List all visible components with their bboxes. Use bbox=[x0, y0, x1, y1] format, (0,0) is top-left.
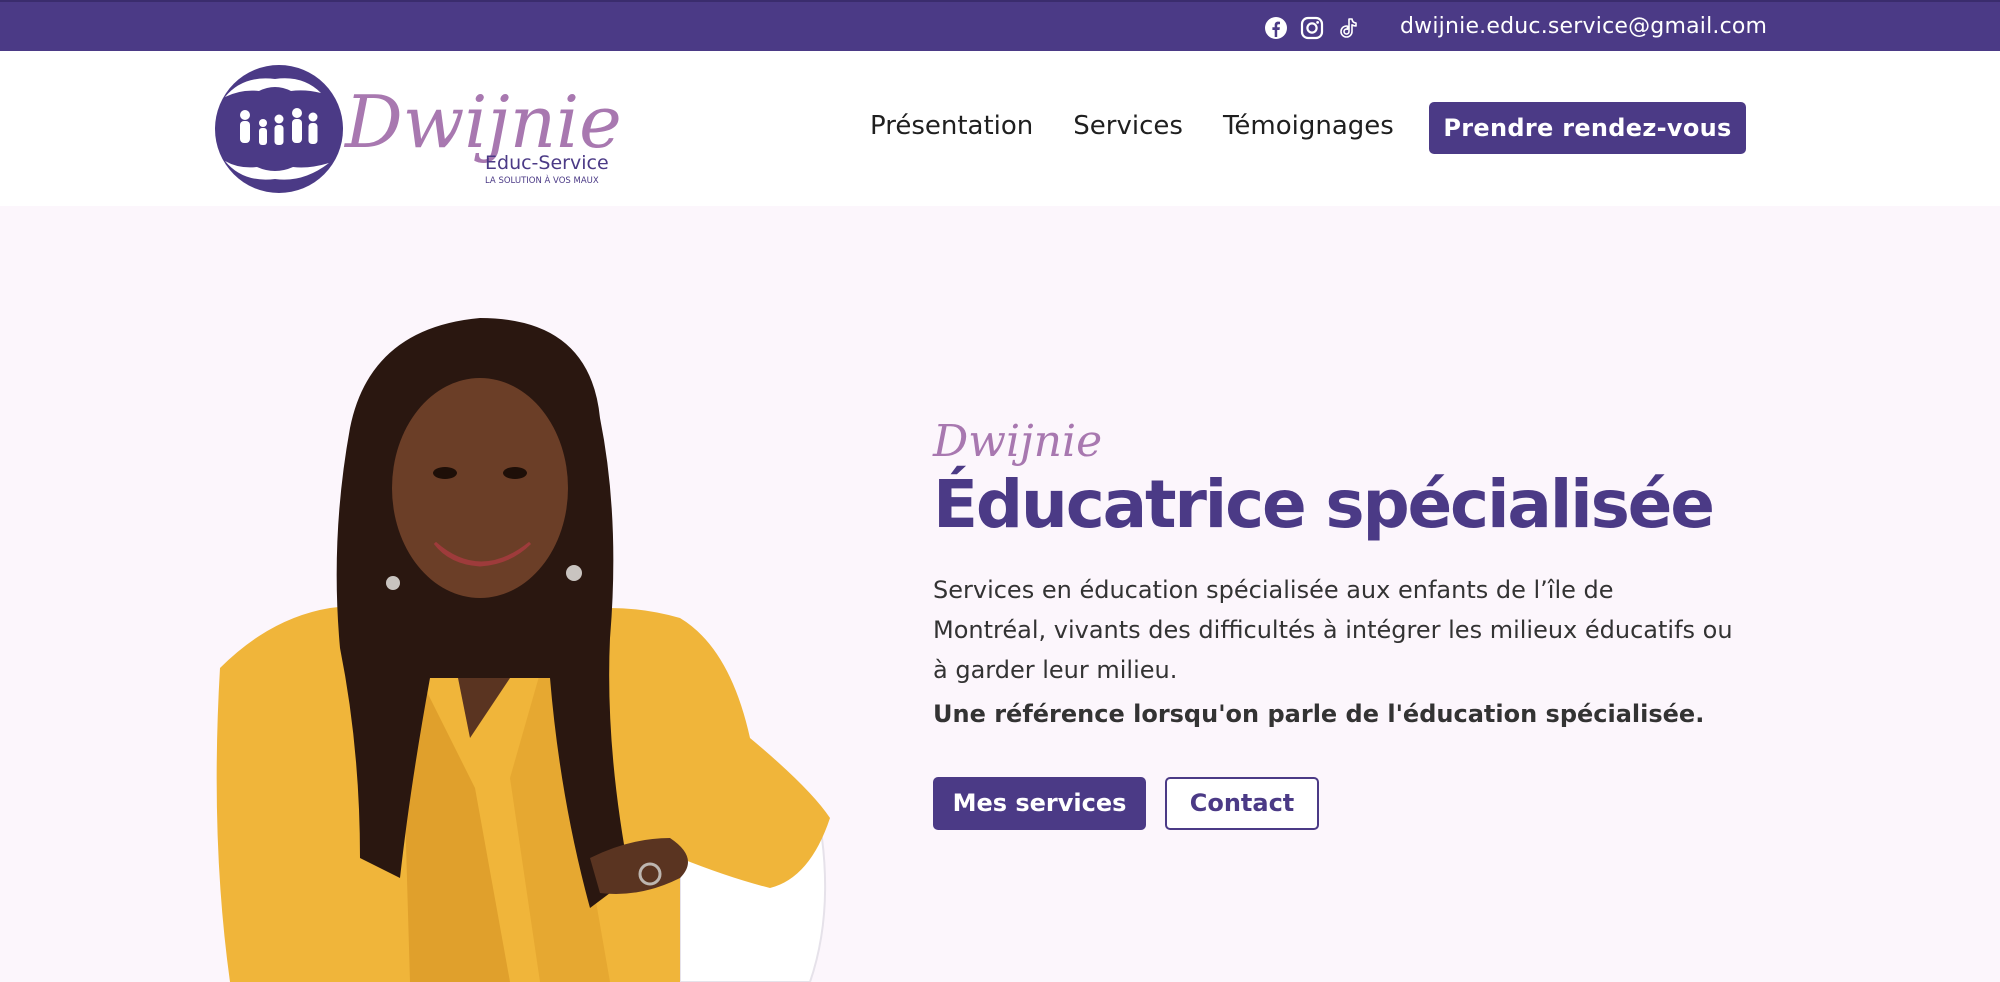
social-links bbox=[1264, 16, 1360, 40]
logo-brand: Educ-Service bbox=[485, 152, 609, 174]
book-appointment-button[interactable]: Prendre rendez-vous bbox=[1429, 102, 1746, 154]
dwijnie-logo[interactable]: Dwijnie Educ-Service LA SOLUTION À VOS M… bbox=[213, 63, 623, 195]
hero-headline: Éducatrice spécialisée bbox=[933, 466, 1715, 543]
services-button[interactable]: Mes services bbox=[933, 777, 1146, 830]
main-nav: Présentation Services Témoignages bbox=[870, 111, 1394, 141]
top-bar: dwijnie.educ.service@gmail.com bbox=[0, 0, 2000, 51]
nav-link-services[interactable]: Services bbox=[1073, 111, 1183, 141]
hero-kicker: Dwijnie bbox=[933, 416, 1103, 467]
nav-link-presentation[interactable]: Présentation bbox=[870, 111, 1033, 141]
contact-email-link[interactable]: dwijnie.educ.service@gmail.com bbox=[1400, 14, 1767, 39]
nav-link-temoignages[interactable]: Témoignages bbox=[1223, 111, 1394, 141]
facebook-icon[interactable] bbox=[1264, 16, 1288, 40]
site-header: Dwijnie Educ-Service LA SOLUTION À VOS M… bbox=[0, 51, 2000, 206]
educator-portrait-image bbox=[216, 318, 830, 982]
instagram-icon[interactable] bbox=[1300, 16, 1324, 40]
tiktok-icon[interactable] bbox=[1336, 16, 1360, 40]
hero-tagline: Une référence lorsqu'on parle de l'éduca… bbox=[933, 700, 1705, 728]
logo-slogan: LA SOLUTION À VOS MAUX bbox=[485, 174, 599, 186]
hero-description: Services en éducation spécialisée aux en… bbox=[933, 576, 1733, 684]
contact-button[interactable]: Contact bbox=[1165, 777, 1319, 830]
